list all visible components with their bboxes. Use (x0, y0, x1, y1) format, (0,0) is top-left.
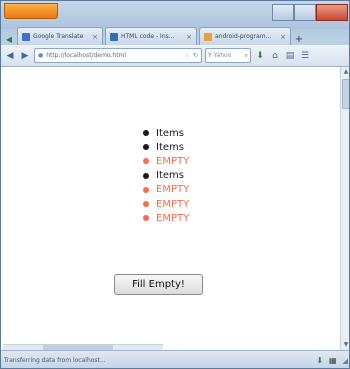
bullet-icon (143, 186, 149, 193)
list-item-text: EMPTY (156, 212, 190, 224)
list-item: Items (143, 126, 189, 140)
tab-label: Google Translate (33, 33, 84, 40)
bullet-icon (143, 144, 149, 151)
list-item: EMPTY (143, 197, 189, 211)
tab-android-program[interactable]: android-program... × (199, 27, 291, 45)
bullet-icon (143, 158, 149, 165)
list-item-text: EMPTY (156, 198, 190, 210)
list-item-text: Items (156, 170, 184, 182)
home-icon[interactable]: ⌂ (269, 50, 281, 62)
tab-close-icon[interactable]: × (186, 33, 192, 41)
list-item: EMPTY (143, 211, 189, 225)
firefox-menu-button[interactable] (4, 3, 58, 19)
item-list: Items Items EMPTY Items EMPTY EMPTY EMPT… (143, 126, 189, 225)
bullet-icon (143, 201, 149, 208)
resize-grip-icon: ◢ (342, 356, 348, 365)
close-window-button[interactable] (316, 4, 348, 21)
search-engine-icon: Y (208, 52, 212, 59)
new-tab-list-icon[interactable]: ◀ (3, 33, 15, 45)
search-bar[interactable]: Y Yahoo ⌕ (205, 48, 251, 63)
maximize-button[interactable] (294, 4, 316, 21)
new-tab-plus-icon[interactable]: + (293, 33, 305, 45)
bullet-icon (143, 172, 149, 179)
list-item-text: EMPTY (156, 184, 190, 196)
tab-close-icon[interactable]: × (92, 33, 98, 41)
search-placeholder: Yahoo (213, 52, 232, 59)
scroll-down-icon[interactable]: ▼ (342, 341, 349, 349)
list-item: Items (143, 169, 189, 183)
tab-html-code[interactable]: HTML code - Ins... × (105, 27, 197, 45)
vertical-scrollbar[interactable]: ▲ ▼ (340, 67, 349, 350)
forward-arrow-icon[interactable]: ▶ (19, 50, 31, 62)
list-item-text: Items (156, 141, 184, 153)
search-icon[interactable]: ⌕ (245, 52, 248, 60)
list-item: EMPTY (143, 183, 189, 197)
list-item-text: EMPTY (156, 155, 190, 167)
list-item: EMPTY (143, 154, 189, 168)
minimize-button[interactable] (272, 4, 294, 21)
google-translate-favicon-icon (22, 32, 30, 41)
status-bar: Transferring data from localhost... ⬇ ▦ … (1, 350, 349, 368)
bookmark-star-icon[interactable]: ☆ (185, 52, 190, 59)
tab-close-icon[interactable]: × (280, 33, 286, 41)
back-arrow-icon[interactable]: ◀ (4, 50, 16, 62)
addon-bar-icon[interactable]: ▦ (329, 356, 337, 365)
list-item-text: Items (156, 127, 184, 139)
html-favicon-icon (110, 32, 118, 41)
bullet-icon (143, 215, 149, 222)
scroll-up-icon[interactable]: ▲ (342, 68, 349, 76)
menu-icon[interactable]: ☰ (299, 50, 311, 62)
fill-empty-button[interactable]: Fill Empty! (114, 274, 203, 295)
globe-icon: ● (38, 52, 44, 59)
bookmarks-icon[interactable]: ▤ (284, 50, 296, 62)
tab-google-translate[interactable]: Google Translate × (17, 27, 103, 45)
vertical-scroll-thumb[interactable] (342, 79, 349, 109)
address-text: http://localhost/demo.html (46, 52, 127, 59)
tab-strip: ◀ Google Translate × HTML code - Ins... … (1, 25, 349, 45)
browser-window: ◀ Google Translate × HTML code - Ins... … (0, 0, 350, 369)
page-content: Items Items EMPTY Items EMPTY EMPTY EMPT… (1, 67, 340, 350)
list-item: Items (143, 140, 189, 154)
download-status-icon: ⬇ (316, 356, 324, 365)
tab-label: android-program... (215, 33, 272, 40)
reload-icon[interactable]: ↻ (193, 52, 198, 59)
download-icon[interactable]: ⬇ (254, 50, 266, 62)
status-text: Transferring data from localhost... (4, 357, 106, 364)
window-controls (272, 4, 348, 22)
android-favicon-icon (204, 32, 212, 41)
address-bar[interactable]: ● http://localhost/demo.html ☆ ↻ (34, 48, 202, 63)
navigation-bar: ◀ ▶ ● http://localhost/demo.html ☆ ↻ Y Y… (1, 45, 349, 67)
tab-label: HTML code - Ins... (121, 33, 175, 40)
bullet-icon (143, 130, 149, 137)
